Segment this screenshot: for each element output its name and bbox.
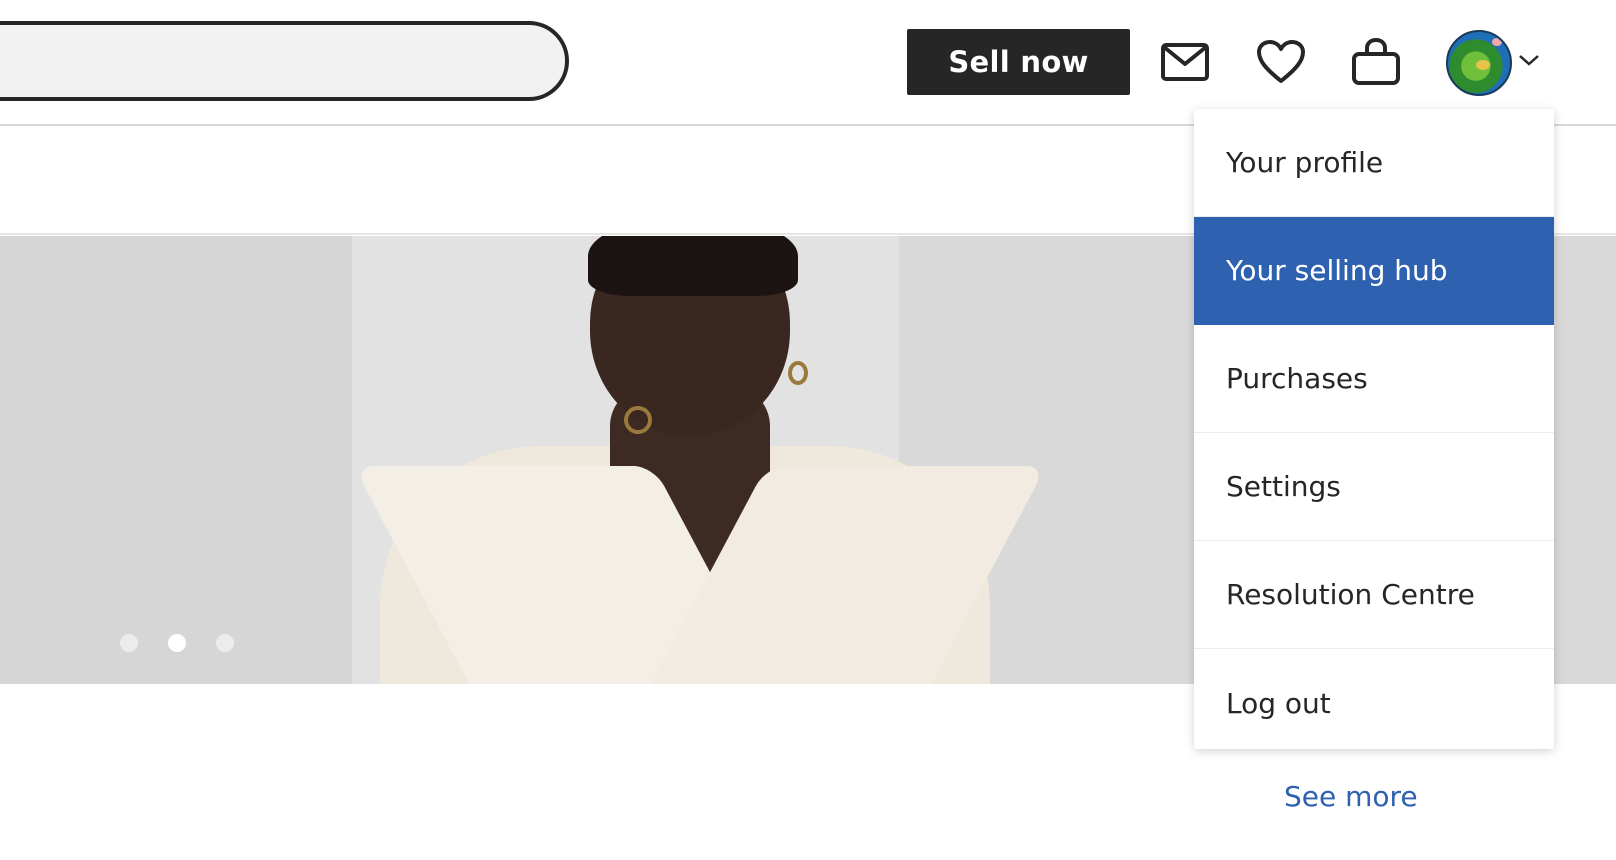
carousel-dot-active[interactable] (168, 634, 186, 652)
avatar[interactable] (1446, 30, 1512, 96)
carousel-dot[interactable] (120, 634, 138, 652)
menu-item-your-selling-hub[interactable]: Your selling hub (1194, 217, 1554, 325)
page: Sell now Your profile Your selling hub P… (0, 0, 1616, 860)
see-more-link[interactable]: See more (1284, 780, 1418, 813)
menu-item-your-profile[interactable]: Your profile (1194, 109, 1554, 217)
account-dropdown-menu: Your profile Your selling hub Purchases … (1194, 109, 1554, 749)
menu-item-settings[interactable]: Settings (1194, 433, 1554, 541)
carousel-dot[interactable] (216, 634, 234, 652)
hero-earring (788, 361, 808, 385)
top-header: Sell now (0, 0, 1616, 126)
hero-background (0, 236, 352, 684)
sell-now-button[interactable]: Sell now (907, 29, 1130, 95)
search-input[interactable] (0, 21, 569, 101)
avatar-detail (1492, 38, 1502, 46)
hero-model-hair (588, 236, 798, 296)
avatar-detail (1476, 60, 1490, 70)
mail-icon[interactable] (1157, 34, 1213, 90)
carousel-dots (120, 634, 234, 654)
chevron-down-icon[interactable] (1516, 50, 1542, 70)
menu-item-log-out[interactable]: Log out (1194, 649, 1554, 749)
menu-item-purchases[interactable]: Purchases (1194, 325, 1554, 433)
menu-item-resolution-centre[interactable]: Resolution Centre (1194, 541, 1554, 649)
bag-icon[interactable] (1348, 34, 1404, 90)
heart-icon[interactable] (1253, 34, 1309, 90)
hero-earring (624, 406, 652, 434)
